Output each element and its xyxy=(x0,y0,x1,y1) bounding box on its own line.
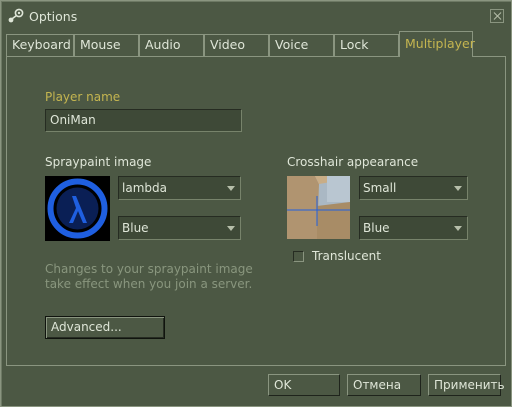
cancel-button[interactable]: Отмена xyxy=(347,374,421,396)
chevron-down-icon xyxy=(454,226,462,231)
crosshair-preview xyxy=(287,176,350,239)
tab-audio[interactable]: Audio xyxy=(139,34,204,56)
steam-icon xyxy=(8,8,24,23)
spray-image-value: lambda xyxy=(122,181,167,195)
spray-color-value: Blue xyxy=(122,221,149,235)
lambda-logo xyxy=(45,176,110,241)
player-name-input[interactable]: OniMan xyxy=(45,109,242,132)
tab-voice[interactable]: Voice xyxy=(269,34,334,56)
spray-image-dropdown[interactable]: lambda xyxy=(118,176,241,200)
spray-color-dropdown[interactable]: Blue xyxy=(118,216,241,240)
apply-button[interactable]: Применить xyxy=(428,374,505,396)
tab-lock[interactable]: Lock xyxy=(334,34,399,56)
spraypaint-label: Spraypaint image xyxy=(45,155,152,169)
title-bar[interactable]: Options xyxy=(1,1,511,31)
ok-button[interactable]: OK xyxy=(268,374,340,396)
advanced-button[interactable]: Advanced... xyxy=(45,316,165,339)
window-title: Options xyxy=(29,9,78,24)
chevron-down-icon xyxy=(227,186,235,191)
spray-hint: Changes to your spraypaint image take ef… xyxy=(45,262,253,291)
tab-multiplayer[interactable]: Multiplayer xyxy=(399,31,475,57)
crosshair-color-dropdown[interactable]: Blue xyxy=(359,216,468,240)
player-name-label: Player name xyxy=(45,90,121,104)
options-window: Options Keyboard Mouse Audio Video Voice… xyxy=(0,0,512,407)
chevron-down-icon xyxy=(454,186,462,191)
chevron-down-icon xyxy=(227,226,235,231)
crosshair-color-value: Blue xyxy=(363,221,390,235)
tab-video[interactable]: Video xyxy=(204,34,269,56)
crosshair-size-value: Small xyxy=(363,181,397,195)
crosshair-label: Crosshair appearance xyxy=(287,155,419,169)
close-icon[interactable] xyxy=(490,9,504,23)
tab-keyboard[interactable]: Keyboard xyxy=(6,34,74,56)
crosshair-size-dropdown[interactable]: Small xyxy=(359,176,468,200)
tab-mouse[interactable]: Mouse xyxy=(74,34,139,56)
translucent-checkbox[interactable] xyxy=(293,251,304,262)
translucent-label: Translucent xyxy=(312,249,381,263)
